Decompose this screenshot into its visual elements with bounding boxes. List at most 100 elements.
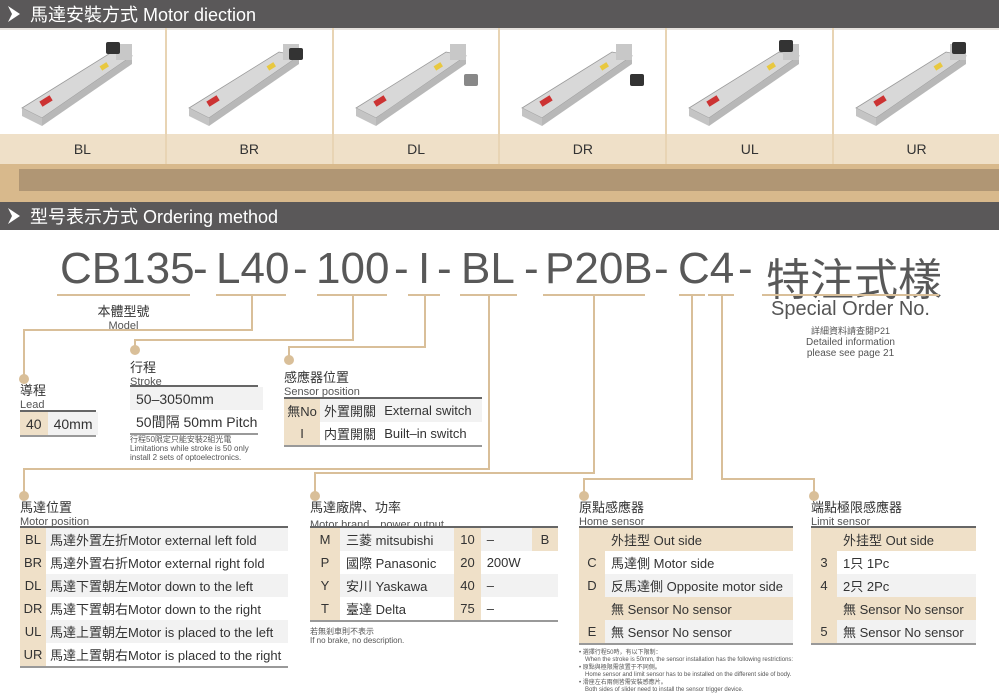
brand-name: 國際 Panasonic	[346, 556, 437, 571]
code-part-lead: L40	[216, 244, 290, 293]
chevron-right-icon	[0, 6, 28, 22]
table-row: E無 Sensor No sensor	[579, 620, 793, 643]
actuator-motor	[630, 74, 645, 86]
motor-direction-cell: BL	[0, 28, 167, 164]
motor-direction-label: BR	[166, 134, 332, 164]
footnotes: • 選擇行程50時，有以下限制： When the stroke is 50mm,…	[579, 650, 793, 695]
decorative-band-inner	[19, 169, 999, 191]
motor-direction-cell: UL	[667, 28, 835, 164]
code-separator: -	[394, 244, 409, 293]
connector-line	[488, 296, 490, 470]
row-key: UR	[20, 643, 46, 666]
power-key: 20	[454, 551, 481, 574]
row-desc: 馬達外置右折Motor external right fold	[50, 556, 265, 571]
footnote-item: • 選擇行程50時，有以下限制： When the stroke is 50mm,…	[579, 650, 793, 664]
row-desc: 2只 2Pc	[837, 574, 976, 597]
lead-table: 40 40mm	[20, 410, 99, 437]
special-order-note-cn: 詳細資料請查閱P21	[810, 326, 890, 336]
linear-actuator-image	[667, 28, 833, 134]
brand-key: Y	[310, 574, 340, 597]
linear-actuator-image	[166, 28, 332, 134]
table-row: M 三菱 mitsubishi 10– B	[310, 528, 558, 551]
chevron-right-icon	[0, 208, 28, 224]
sensor-position-heading: 感應器位置 Sensor position	[284, 370, 360, 398]
footnote-cn: • 滑座左右兩側皆需安裝感應片。	[579, 680, 667, 686]
brand-name: 三菱 mitsubishi	[340, 528, 455, 551]
code-part-sensor: I	[418, 244, 431, 293]
brand-name: 臺達 Delta	[346, 602, 406, 617]
table-row: 3 1只 1Pc	[811, 551, 976, 574]
table-row: UR 馬達上置朝右Motor is placed to the right	[20, 643, 288, 666]
section-title: 型号表示方式 Ordering method	[30, 207, 279, 227]
row-key: D	[579, 574, 605, 597]
special-order-note-en2: please see page 21	[806, 348, 895, 359]
brake-key: B	[532, 528, 558, 551]
home-sensor-heading: 原點感應器 Home sensor	[579, 500, 645, 528]
footnote-en: When the stroke is 50mm, the sensor inst…	[585, 657, 794, 663]
lead-heading: 導程 Lead	[20, 383, 47, 411]
row-desc: 外挂型 Out side	[837, 528, 976, 551]
row-key	[579, 528, 605, 551]
actuator-motor	[779, 40, 794, 52]
connector-line	[288, 346, 426, 348]
section-header-ordering-method: 型号表示方式 Ordering method	[0, 202, 999, 230]
brand-key: P	[310, 551, 340, 574]
footnote-item: • 原點與極限需放置于不同側。 Home sensor and limit sen…	[579, 665, 793, 679]
code-separator: -	[738, 244, 753, 293]
connector-line	[352, 296, 354, 341]
motor-brand-note: 若無剎車則不表示 If no brake, no description.	[310, 627, 405, 645]
model-label: 本體型號 Model	[97, 304, 150, 332]
power-value: 200W	[486, 555, 521, 570]
brake-key	[532, 574, 558, 597]
row-desc: 馬達外置左折Motor external left fold	[46, 528, 288, 551]
row-desc: 外挂型 Out side	[605, 528, 793, 551]
motor-direction-cell: DL	[333, 28, 501, 164]
row-key: BR	[20, 551, 46, 574]
stroke-table: 50–3050mm 50間隔 50mm Pitch	[130, 385, 264, 435]
table-row: BR 馬達外置右折Motor external right fold	[20, 551, 288, 574]
row-desc: 馬達下置朝右Motor down to the right	[50, 602, 261, 617]
code-separator: -	[654, 244, 669, 293]
table-row: I 内置開關 Built–in switch	[284, 422, 482, 445]
underline-special	[762, 294, 939, 296]
row-key: E	[579, 620, 605, 643]
footnote-item: • 滑座左右兩側皆需安裝感應片。 Both sides of slider nee…	[579, 680, 793, 694]
code-part-sensors: C4	[678, 244, 735, 293]
limit-sensor-heading: 端點極限感應器 Limit sensor	[811, 500, 903, 528]
table-row: 外挂型 Out side	[579, 528, 793, 551]
connector-line	[134, 339, 354, 341]
row-key: C	[579, 551, 605, 574]
connector-dot	[284, 355, 294, 365]
code-part-model: CB135	[60, 244, 195, 293]
table-row: 40 40mm	[20, 412, 99, 435]
connector-dot	[130, 345, 140, 355]
table-row: Y 安川 Yaskawa 40–	[310, 574, 558, 597]
code-part-motor-brand: P20B	[545, 244, 653, 293]
section-title: 馬達安裝方式 Motor diection	[30, 5, 257, 25]
connector-line	[23, 329, 253, 331]
connector-line	[583, 478, 693, 480]
row-desc: 無 Sensor No sensor	[605, 620, 793, 643]
table-row: 無 Sensor No sensor	[811, 597, 976, 620]
power-value: –	[486, 601, 494, 616]
special-order-block: Special Order No. 詳細資料請查閱P21 Detailed in…	[762, 298, 939, 359]
code-part-stroke: 100	[316, 244, 390, 293]
connector-line	[23, 329, 25, 377]
table-row: 外挂型 Out side	[811, 528, 976, 551]
motor-direction-cell: BR	[166, 28, 334, 164]
row-key: DR	[20, 597, 46, 620]
table-row: 4 2只 2Pc	[811, 574, 976, 597]
row-key: 3	[811, 551, 837, 574]
home-sensor-table: 外挂型 Out side C 馬達側 Motor side D 反馬達側 Opposit…	[579, 526, 793, 645]
code-separator: -	[293, 244, 308, 293]
table-row: C 馬達側 Motor side	[579, 551, 793, 574]
connector-line	[721, 296, 723, 480]
table-row: 50–3050mm	[130, 387, 264, 410]
actuator-motor	[463, 74, 478, 86]
connector-line	[691, 296, 693, 480]
motor-direction-grid: BL BR DL DR UL UR	[0, 28, 999, 164]
row-desc: 1只 1Pc	[843, 556, 890, 571]
table-row: D 反馬達側 Opposite motor side	[579, 574, 793, 597]
table-row: DR 馬達下置朝右Motor down to the right	[20, 597, 288, 620]
linear-actuator-image	[500, 28, 666, 134]
